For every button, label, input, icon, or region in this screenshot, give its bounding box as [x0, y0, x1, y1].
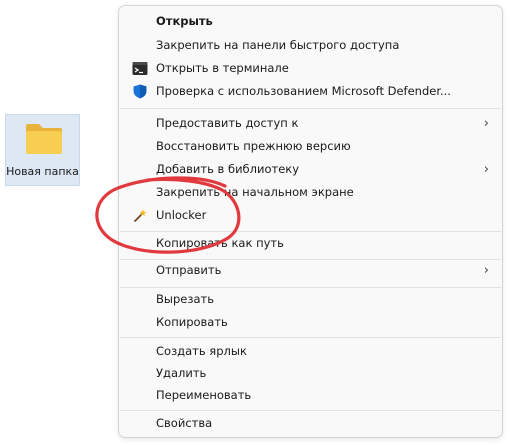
- menu-item-label: Восстановить прежнюю версию: [156, 139, 351, 153]
- menu-item-label: Проверка с использованием Microsoft Defe…: [156, 84, 451, 98]
- menu-separator: [120, 410, 501, 411]
- menu-item-label: Переименовать: [156, 388, 252, 402]
- menu-item-restore-previous[interactable]: Восстановить прежнюю версию: [123, 135, 498, 158]
- defender-shield-icon: [133, 84, 147, 99]
- menu-item-cut[interactable]: Вырезать: [123, 288, 498, 311]
- menu-item-label: Создать ярлык: [156, 344, 247, 358]
- menu-item-copy[interactable]: Копировать: [123, 311, 498, 334]
- folder-new-folder[interactable]: Новая папка: [5, 114, 80, 186]
- menu-item-send-to[interactable]: Отправить ›: [123, 259, 498, 282]
- menu-item-delete[interactable]: Удалить: [123, 362, 498, 385]
- menu-item-label: Открыть: [156, 14, 213, 28]
- menu-item-pin-quick-access[interactable]: Закрепить на панели быстрого доступа: [123, 34, 498, 57]
- menu-item-label: Unlocker: [156, 208, 207, 222]
- menu-item-properties[interactable]: Свойства: [123, 412, 498, 435]
- unlocker-wand-icon: [134, 209, 147, 222]
- folder-label: Новая папка: [6, 165, 79, 178]
- menu-item-label: Закрепить на панели быстрого доступа: [156, 38, 400, 52]
- context-menu: Открыть Закрепить на панели быстрого дос…: [118, 5, 503, 438]
- menu-separator: [120, 337, 501, 338]
- menu-item-give-access[interactable]: Предоставить доступ к ›: [123, 112, 498, 135]
- chevron-right-icon: ›: [483, 263, 489, 278]
- menu-item-label: Открыть в терминале: [156, 61, 289, 75]
- menu-item-copy-as-path[interactable]: Копировать как путь: [123, 232, 498, 255]
- menu-item-unlocker[interactable]: Unlocker: [123, 204, 498, 227]
- menu-item-create-shortcut[interactable]: Создать ярлык: [123, 340, 498, 363]
- chevron-right-icon: ›: [483, 116, 489, 131]
- folder-icon: [26, 124, 62, 154]
- menu-item-pin-start[interactable]: Закрепить на начальном экране: [123, 181, 498, 204]
- menu-item-label: Вырезать: [156, 292, 214, 306]
- menu-item-label: Копировать: [156, 315, 228, 329]
- menu-item-label: Закрепить на начальном экране: [156, 185, 354, 199]
- menu-item-label: Отправить: [156, 263, 222, 277]
- menu-item-label: Предоставить доступ к: [156, 116, 299, 130]
- desktop: Новая папка Открыть Закрепить на панели …: [0, 0, 510, 445]
- menu-item-open-terminal[interactable]: Открыть в терминале: [123, 57, 498, 80]
- menu-item-label: Копировать как путь: [156, 236, 284, 250]
- menu-item-label: Добавить в библиотеку: [156, 162, 300, 176]
- menu-item-label: Свойства: [156, 416, 213, 430]
- menu-separator: [120, 108, 501, 109]
- terminal-icon: [132, 62, 148, 75]
- menu-item-label: Удалить: [156, 366, 207, 380]
- menu-item-defender-scan[interactable]: Проверка с использованием Microsoft Defe…: [123, 80, 498, 103]
- menu-item-rename[interactable]: Переименовать: [123, 384, 498, 407]
- chevron-right-icon: ›: [483, 162, 489, 177]
- menu-item-open[interactable]: Открыть: [123, 10, 498, 33]
- menu-item-add-to-library[interactable]: Добавить в библиотеку ›: [123, 158, 498, 181]
